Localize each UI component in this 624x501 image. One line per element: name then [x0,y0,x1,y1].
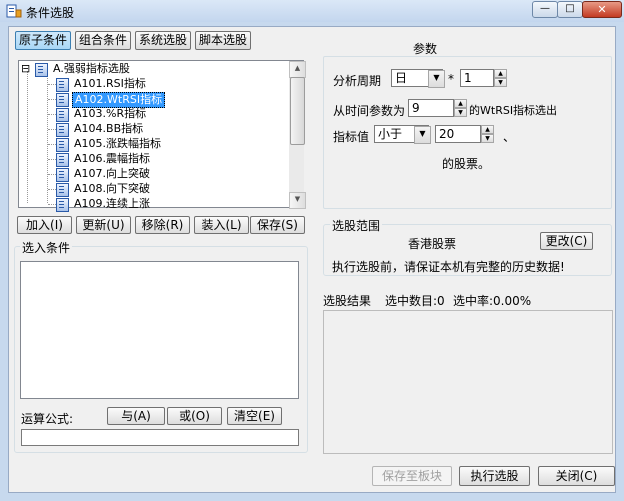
tree-item-label: A109.连续上涨 [74,197,151,210]
document-icon [56,168,69,182]
document-icon [56,183,69,197]
chevron-down-icon[interactable]: ▼ [414,126,431,144]
formula-field[interactable] [21,429,299,446]
window-title: 条件选股 [26,6,75,20]
document-icon [56,138,69,152]
results-count: 选中数目:0 [385,294,445,308]
add-button[interactable]: 加入(I) [17,216,72,234]
tab-script-screening[interactable]: 脚本选股 [195,31,251,50]
separator-comma: 、 [503,130,516,144]
formula-label: 运算公式: [21,412,74,426]
from-param-label: 从时间参数为 [333,104,406,118]
scroll-up-icon[interactable]: ▲ [289,61,306,78]
tab-system-screening[interactable]: 系统选股 [135,31,191,50]
market-name: 香港股票 [408,237,457,251]
tree-item-label: A103.%R指标 [74,107,147,120]
tab-atomic-conditions[interactable]: 原子条件 [15,31,71,50]
tab-combined-conditions[interactable]: 组合条件 [75,31,131,50]
selected-conditions-caption: 选入条件 [20,239,73,256]
document-icon [56,78,69,92]
or-button[interactable]: 或(O) [167,407,222,425]
selected-conditions-list[interactable] [20,261,299,399]
scope-hint: 执行选股前，请保证本机有完整的历史数据! [332,260,565,274]
document-icon [56,108,69,122]
close-button[interactable]: 关闭(C) [538,466,615,486]
params-heading: 参数 [413,42,438,56]
from-param-input[interactable]: 9 [408,99,454,117]
results-label: 选股结果 [323,294,372,308]
document-icon [56,153,69,167]
tree-root-label: A.强弱指标选股 [53,62,130,75]
document-icon [56,93,69,107]
folder-icon [35,63,48,77]
indicator-label: 指标值 [333,130,370,144]
threshold-input[interactable]: 20 [435,125,481,143]
save-button[interactable]: 保存(S) [250,216,305,234]
period-label: 分析周期 [333,74,382,88]
document-icon [56,123,69,137]
save-to-block-button[interactable]: 保存至板块 [372,466,452,486]
title-bar[interactable]: 条件选股 — □ ✕ [0,0,624,22]
period-count-spinner[interactable]: ▲ ▼ [494,69,507,87]
update-button[interactable]: 更新(U) [76,216,131,234]
tree-item-label: A104.BB指标 [74,122,144,135]
app-icon [6,4,22,18]
multiply-sign: * [448,72,454,86]
document-icon [56,198,69,212]
and-button[interactable]: 与(A) [107,407,165,425]
tree-item-label: A102.WtRSI指标 [72,92,166,108]
collapse-icon[interactable]: ⊟ [21,62,30,76]
close-window-button[interactable]: ✕ [582,1,622,18]
tree-item-label: A106.震幅指标 [74,152,151,165]
indicator-tree[interactable]: ⊟ A.强弱指标选股 A101.RSI指标 A102.WtRSI指标 A103.%R… [18,60,306,212]
clear-button[interactable]: 清空(E) [227,407,282,425]
scope-caption: 选股范围 [330,217,383,234]
results-rate: 选中率:0.00% [453,294,532,308]
from-param-suffix: 的WtRSI指标选出 [469,104,558,117]
execute-screening-button[interactable]: 执行选股 [459,466,530,486]
from-param-spinner[interactable]: ▲ ▼ [454,99,467,117]
tree-scrollbar[interactable]: ▲ ▼ [289,61,306,209]
chevron-down-icon[interactable]: ▼ [428,70,445,88]
threshold-spinner[interactable]: ▲ ▼ [481,125,494,143]
load-button[interactable]: 装入(L) [194,216,249,234]
tree-item-label: A101.RSI指标 [74,77,146,90]
maximize-button[interactable]: □ [557,1,583,18]
remove-button[interactable]: 移除(R) [135,216,190,234]
params-tail-text: 的股票。 [442,157,491,171]
scroll-down-icon[interactable]: ▼ [289,192,306,209]
period-count-input[interactable]: 1 [460,69,494,87]
scroll-thumb[interactable] [290,77,305,145]
results-list[interactable] [323,310,613,454]
tree-item-label: A105.涨跌幅指标 [74,137,162,150]
minimize-button[interactable]: — [532,1,558,18]
tree-item-label: A108.向下突破 [74,182,151,195]
change-market-button[interactable]: 更改(C) [540,232,593,250]
tree-item-label: A107.向上突破 [74,167,151,180]
